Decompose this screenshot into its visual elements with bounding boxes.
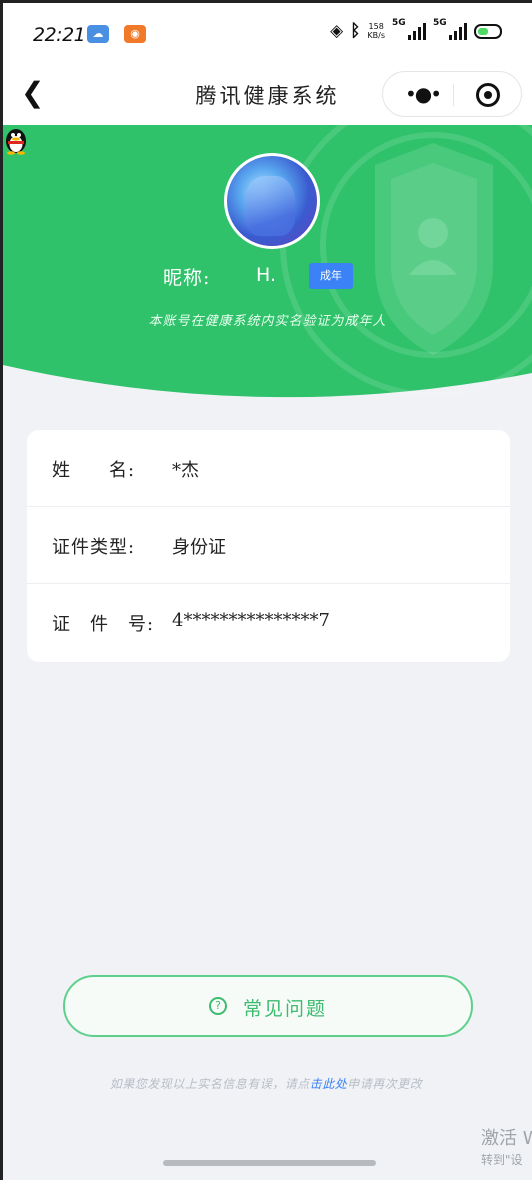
capsule-divider (453, 84, 454, 106)
signal-icon-2: 5G (433, 18, 467, 40)
adult-badge: 成年 (309, 263, 353, 289)
nickname-value: H. (256, 264, 276, 286)
identity-card: 姓 名: *杰 证件类型: 身份证 证 件 号: 4**************… (27, 430, 510, 662)
row-value: 身份证 (172, 537, 226, 558)
bluetooth-icon: ᛒ (350, 21, 361, 41)
faq-label: 常见问题 (243, 998, 328, 1020)
footer-note: 如果您发现以上实名信息有误，请点击此处申请再次更改 (109, 1077, 423, 1091)
row-label: 姓 名: (52, 460, 136, 481)
signal-icon: 5G (392, 18, 426, 40)
nickname-label: 昵称: (163, 267, 211, 289)
verification-text: 本账号在健康系统内实名验证为成年人 (148, 314, 387, 329)
home-indicator[interactable] (163, 1160, 376, 1166)
notification-app-icon: ◉ (124, 25, 146, 43)
change-request-link[interactable]: 击此处 (310, 1077, 348, 1091)
activation-watermark: 激活 W (481, 1128, 532, 1149)
row-value: 4***************7 (172, 610, 330, 631)
app-screen: 22:21 ☁ ◉ ◈ ᛒ 158 KB/s 5G 5G ❮ 腾讯健康系统 •●… (0, 0, 532, 1180)
info-row-id-type: 证件类型: 身份证 (27, 507, 510, 584)
more-dots-icon[interactable]: •●• (405, 82, 442, 106)
avatar (224, 153, 320, 249)
profile-header: 昵称: H. 成年 本账号在健康系统内实名验证为成年人 (3, 125, 532, 400)
mini-program-capsule: •●• (382, 71, 522, 117)
status-time: 22:21 (33, 24, 86, 46)
info-row-id-number: 证 件 号: 4***************7 (27, 584, 510, 661)
qq-penguin-icon (6, 129, 26, 155)
status-icons: ◈ ᛒ 158 KB/s 5G 5G (330, 18, 502, 41)
row-label: 证件类型: (52, 537, 136, 558)
nfc-icon: ◈ (330, 21, 344, 41)
faq-button[interactable]: ? 常见问题 (63, 975, 473, 1037)
activation-watermark-sub: 转到"设 (481, 1153, 523, 1167)
net-speed: 158 KB/s (367, 22, 385, 40)
status-bar: 22:21 ☁ ◉ ◈ ᛒ 158 KB/s 5G 5G (3, 3, 532, 65)
nav-bar: ❮ 腾讯健康系统 •●• (3, 65, 532, 125)
target-circle-icon[interactable] (476, 83, 500, 107)
info-row-name: 姓 名: *杰 (27, 430, 510, 507)
question-circle-icon: ? (209, 997, 227, 1015)
row-value: *杰 (172, 460, 199, 481)
row-label: 证 件 号: (52, 614, 155, 635)
cloud-app-icon: ☁ (87, 25, 109, 43)
battery-icon (474, 23, 502, 39)
